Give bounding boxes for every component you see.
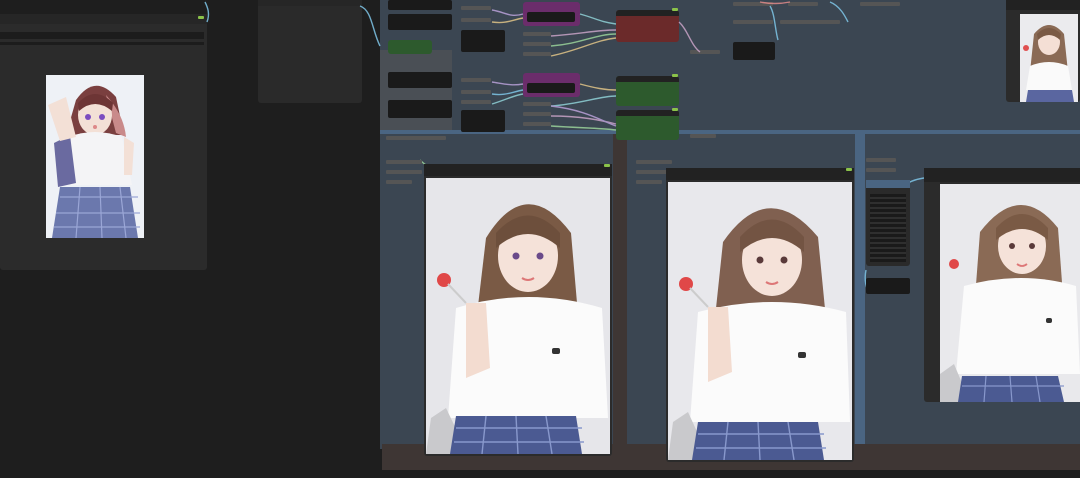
input-slot[interactable]: [636, 180, 662, 184]
list-lines: [870, 194, 906, 262]
status-dot-icon: [604, 164, 610, 167]
node-title-bar[interactable]: [666, 168, 854, 180]
node-title-bar[interactable]: [1006, 0, 1080, 10]
status-dot-icon: [846, 168, 852, 171]
preview-node-2[interactable]: [666, 168, 854, 462]
input-slot[interactable]: [866, 168, 896, 172]
input-slot[interactable]: [386, 136, 446, 140]
photo-icon: [940, 184, 1080, 402]
input-slot[interactable]: [386, 180, 412, 184]
input-slot[interactable]: [386, 170, 422, 174]
preview-node-1[interactable]: [424, 164, 612, 456]
node-title-bar[interactable]: [924, 168, 1080, 182]
preview-thumbnail-image: [1020, 14, 1078, 102]
preview-node-3[interactable]: [924, 168, 1080, 402]
input-slot[interactable]: [866, 158, 896, 162]
generated-photo-2: [668, 182, 852, 460]
photo-icon: [426, 178, 610, 454]
node-title-bar[interactable]: [424, 164, 612, 176]
node-title-bar: [866, 180, 910, 188]
node-bar[interactable]: [866, 278, 910, 294]
input-slot[interactable]: [636, 160, 672, 164]
generated-photo-1: [426, 178, 610, 454]
list-node[interactable]: [866, 180, 910, 266]
photo-icon: [1020, 14, 1078, 102]
photo-icon: [668, 182, 852, 460]
preview-node-top-right[interactable]: [1006, 0, 1080, 102]
generated-photo-3: [940, 184, 1080, 402]
input-slot[interactable]: [386, 160, 422, 164]
